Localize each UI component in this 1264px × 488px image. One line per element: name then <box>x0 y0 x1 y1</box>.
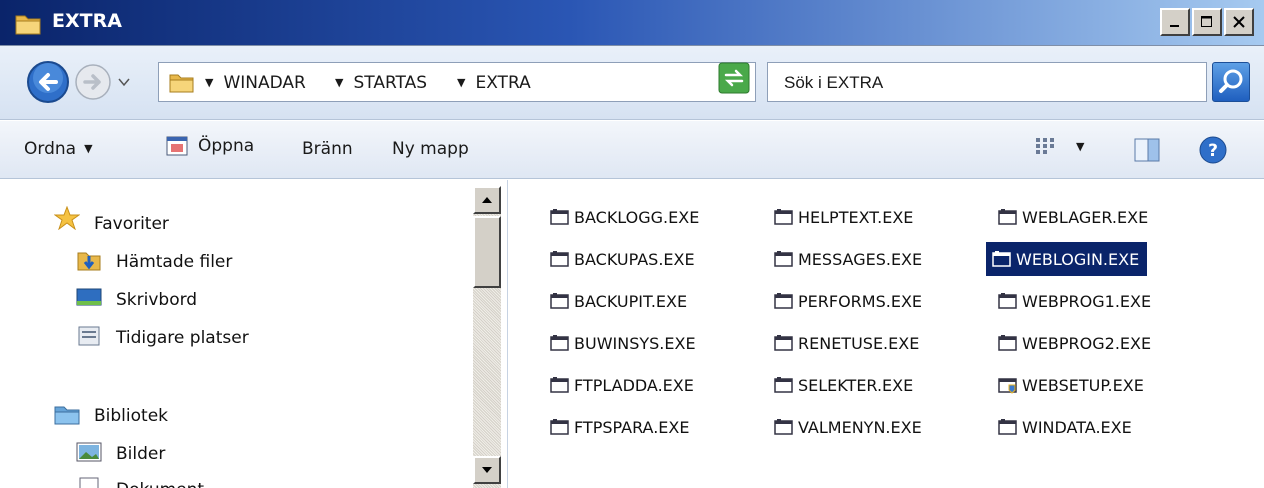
executable-file-icon <box>550 377 569 393</box>
help-icon[interactable]: ? <box>1198 135 1228 165</box>
executable-file-icon <box>550 209 569 225</box>
executable-file-icon <box>550 419 569 435</box>
scroll-up-button[interactable] <box>473 186 501 214</box>
file-item[interactable]: WEBSETUP.EXE <box>992 368 1152 402</box>
open-app-icon <box>166 136 188 156</box>
file-item[interactable]: RENETUSE.EXE <box>768 326 927 360</box>
executable-file-icon <box>550 293 569 309</box>
desktop-icon <box>76 288 102 306</box>
forward-arrow-icon[interactable] <box>74 63 112 101</box>
file-item[interactable]: WINDATA.EXE <box>992 410 1140 444</box>
maximize-button[interactable] <box>1192 8 1222 36</box>
search-placeholder: Sök i EXTRA <box>784 73 884 92</box>
arrow-up-icon <box>482 197 492 203</box>
nav-item-favorites[interactable]: Favoriter <box>94 214 169 234</box>
file-item[interactable]: WEBPROG1.EXE <box>992 284 1159 318</box>
recent-places-icon <box>78 326 100 346</box>
pictures-icon <box>76 442 102 462</box>
file-item[interactable]: VALMENYN.EXE <box>768 410 930 444</box>
back-arrow-icon[interactable] <box>26 60 70 104</box>
title-bar: EXTRA <box>0 0 1264 46</box>
navigation-pane: Favoriter Hämtade filer Skrivbord Tidiga… <box>0 180 508 488</box>
file-item[interactable]: FTPLADDA.EXE <box>544 368 702 402</box>
executable-file-icon <box>998 293 1017 309</box>
executable-file-icon <box>998 209 1017 225</box>
folder-icon <box>169 74 194 93</box>
breadcrumb[interactable]: ▼WINADAR ▼STARTAS ▼EXTRA ▼ <box>158 62 846 102</box>
breadcrumb-item[interactable]: ▼ STARTAS <box>335 73 427 93</box>
chevron-down-icon: ▼ <box>205 76 214 89</box>
file-item[interactable]: BACKUPAS.EXE <box>544 242 703 276</box>
file-item[interactable]: WEBPROG2.EXE <box>992 326 1159 360</box>
file-item-selected[interactable]: WEBLOGIN.EXE <box>986 242 1148 276</box>
maximize-icon <box>1201 16 1212 27</box>
window-controls <box>1160 8 1254 36</box>
organize-button[interactable]: Ordna ▼ <box>24 139 93 159</box>
arrow-down-icon <box>482 467 492 473</box>
nav-item-libraries[interactable]: Bibliotek <box>94 406 168 426</box>
executable-file-icon <box>998 335 1017 351</box>
refresh-icon[interactable] <box>718 62 750 94</box>
file-item[interactable]: SELEKTER.EXE <box>768 368 921 402</box>
file-item[interactable]: PERFORMS.EXE <box>768 284 930 318</box>
star-icon <box>54 206 80 230</box>
file-item[interactable]: WEBLAGER.EXE <box>992 200 1156 234</box>
executable-file-icon <box>992 251 1011 267</box>
documents-icon <box>79 477 99 488</box>
nav-item-documents[interactable]: Dokument <box>116 480 204 488</box>
new-folder-button[interactable]: Ny mapp <box>392 139 469 159</box>
burn-button[interactable]: Bränn <box>302 139 353 159</box>
executable-file-icon <box>774 293 793 309</box>
setup-shield-file-icon <box>998 378 1017 394</box>
executable-file-icon <box>774 209 793 225</box>
nav-scrollbar[interactable] <box>473 186 501 488</box>
breadcrumb-item[interactable]: ▼ WINADAR <box>205 73 306 93</box>
downloads-folder-icon <box>77 252 101 271</box>
scroll-down-button[interactable] <box>473 456 501 484</box>
executable-file-icon <box>774 335 793 351</box>
file-item[interactable]: FTPSPARA.EXE <box>544 410 697 444</box>
search-button[interactable] <box>1212 62 1250 102</box>
file-item[interactable]: BACKUPIT.EXE <box>544 284 695 318</box>
view-options-icon <box>1036 138 1054 154</box>
executable-file-icon <box>550 335 569 351</box>
close-button[interactable] <box>1224 8 1254 36</box>
folder-icon <box>15 15 41 35</box>
nav-item-recent-places[interactable]: Tidigare platser <box>116 328 249 348</box>
command-bar: Ordna ▼ Öppna Bränn Ny mapp ▼ ? <box>0 121 1264 179</box>
breadcrumb-item[interactable]: ▼ EXTRA <box>457 73 531 93</box>
executable-file-icon <box>774 377 793 393</box>
file-item[interactable]: MESSAGES.EXE <box>768 242 930 276</box>
file-item[interactable]: HELPTEXT.EXE <box>768 200 921 234</box>
nav-item-pictures[interactable]: Bilder <box>116 444 165 464</box>
executable-file-icon <box>774 251 793 267</box>
file-item[interactable]: BUWINSYS.EXE <box>544 326 704 360</box>
nav-item-downloads[interactable]: Hämtade filer <box>116 252 232 272</box>
svg-text:?: ? <box>1208 141 1218 161</box>
chevron-down-icon: ▼ <box>84 142 93 155</box>
scroll-thumb[interactable] <box>473 216 501 288</box>
minimize-button[interactable] <box>1160 8 1190 36</box>
libraries-icon <box>54 406 80 425</box>
window-title: EXTRA <box>52 10 122 32</box>
file-item[interactable]: BACKLOGG.EXE <box>544 200 707 234</box>
executable-file-icon <box>550 251 569 267</box>
chevron-down-icon: ▼ <box>457 76 466 89</box>
file-list: BACKLOGG.EXE BACKUPAS.EXE BACKUPIT.EXE B… <box>510 180 1264 488</box>
chevron-down-icon: ▼ <box>1076 139 1085 153</box>
open-button[interactable]: Öppna <box>166 135 254 157</box>
preview-pane-icon[interactable] <box>1134 137 1160 163</box>
search-input[interactable]: Sök i EXTRA <box>767 62 1207 102</box>
close-icon <box>1233 16 1245 28</box>
executable-file-icon <box>998 419 1017 435</box>
recent-pages-chevron-icon[interactable] <box>117 77 131 87</box>
address-bar: ▼WINADAR ▼STARTAS ▼EXTRA ▼ Sök i EXTRA <box>0 46 1264 120</box>
nav-item-desktop[interactable]: Skrivbord <box>116 290 197 310</box>
search-icon <box>1219 69 1243 93</box>
minimize-icon <box>1170 25 1179 27</box>
chevron-down-icon: ▼ <box>335 76 344 89</box>
views-button[interactable]: ▼ <box>1034 135 1084 157</box>
executable-file-icon <box>774 419 793 435</box>
